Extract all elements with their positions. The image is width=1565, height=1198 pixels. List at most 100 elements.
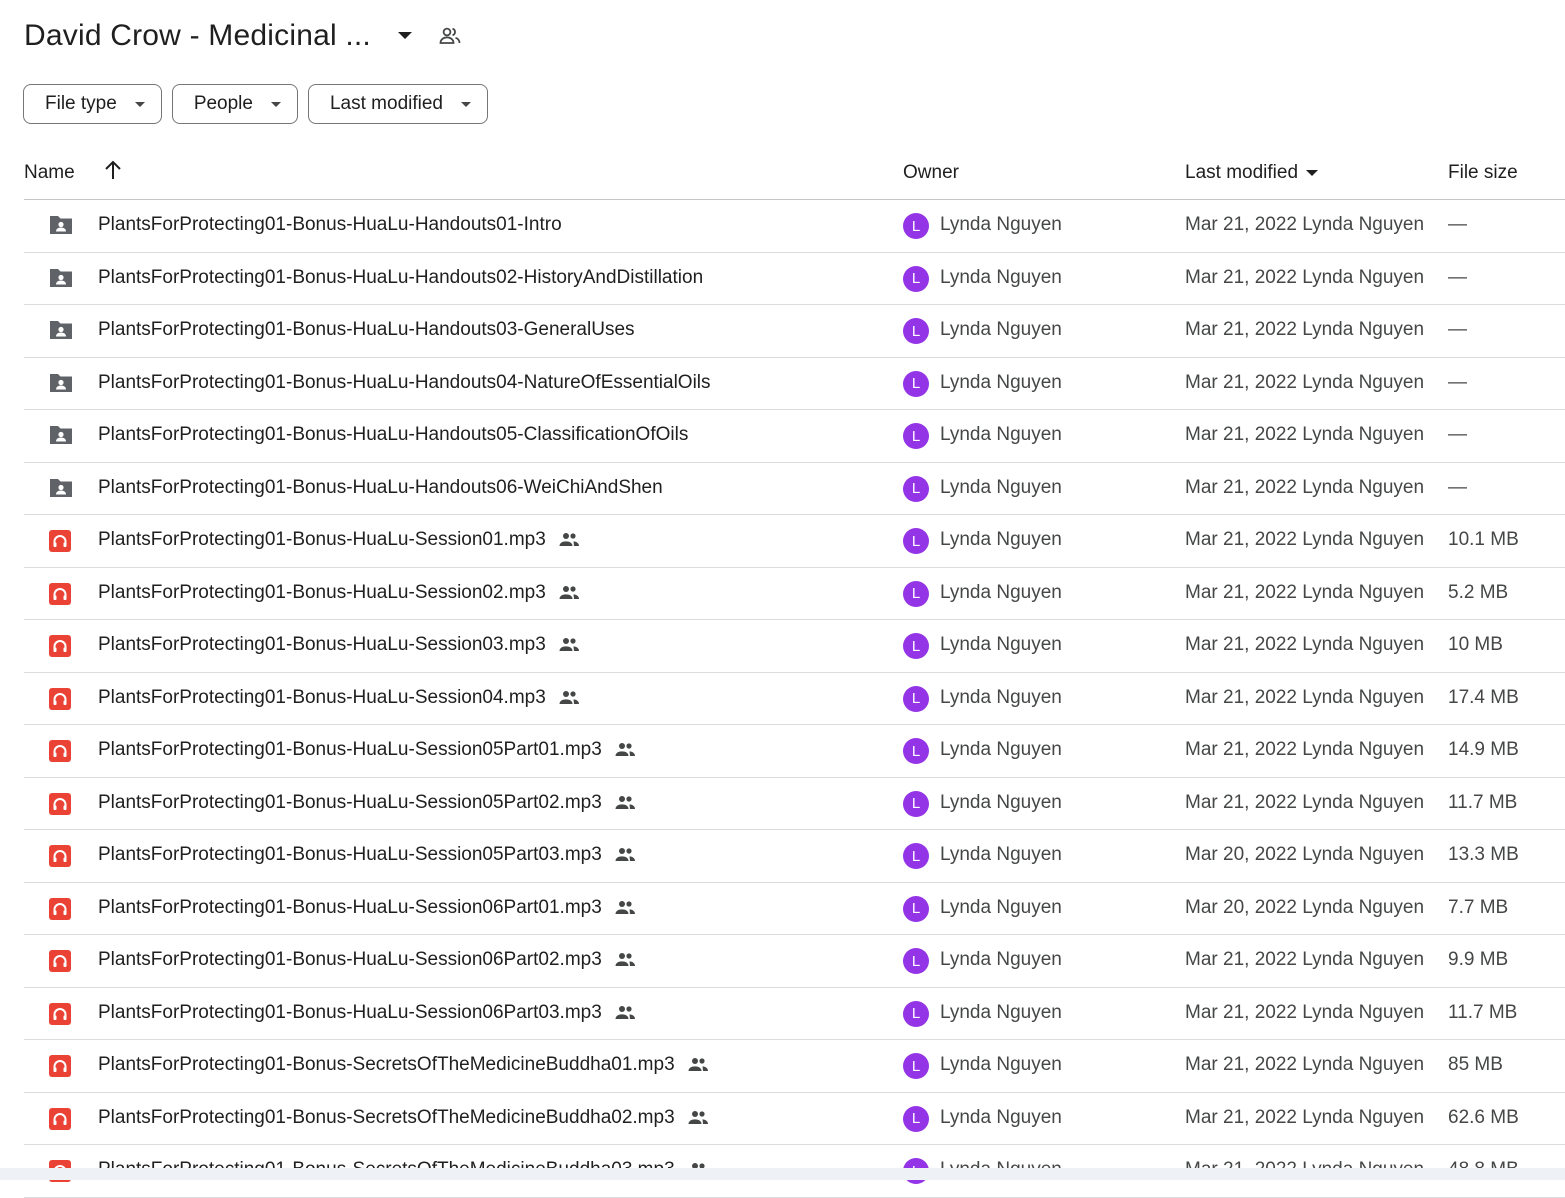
avatar[interactable]: L — [903, 895, 929, 922]
file-name[interactable]: PlantsForProtecting01-Bonus-HuaLu-Sessio… — [98, 687, 580, 709]
owner-name: Lynda Nguyen — [940, 686, 1062, 708]
file-row[interactable]: PlantsForProtecting01-Bonus-SecretsOfThe… — [24, 1093, 1565, 1145]
last-modified: Mar 21, 2022 Lynda Nguyen — [1185, 634, 1425, 655]
avatar[interactable]: L — [903, 423, 929, 449]
avatar[interactable]: L — [903, 213, 929, 239]
last-modified: Mar 21, 2022 Lynda Nguyen — [1185, 949, 1425, 970]
avatar[interactable]: L — [903, 685, 929, 712]
file-row[interactable]: PlantsForProtecting01-Bonus-HuaLu-Sessio… — [24, 515, 1565, 568]
arrow-up-icon[interactable] — [104, 160, 122, 186]
owner-name: Lynda Nguyen — [940, 319, 1062, 340]
last-modified: Mar 21, 2022 Lynda Nguyen — [1185, 319, 1425, 340]
file-name-text: PlantsForProtecting01-Bonus-HuaLu-Sessio… — [98, 581, 546, 603]
people-icon — [614, 847, 636, 863]
file-type-filter[interactable]: File type — [23, 84, 162, 124]
avatar[interactable]: L — [903, 948, 929, 974]
file-size: — — [1448, 214, 1467, 235]
owner-name: Lynda Nguyen — [940, 266, 1062, 288]
file-row[interactable]: PlantsForProtecting01-Bonus-HuaLu-Sessio… — [24, 883, 1565, 935]
file-name[interactable]: PlantsForProtecting01-Bonus-HuaLu-Handou… — [98, 477, 663, 499]
last-modified: Mar 20, 2022 Lynda Nguyen — [1185, 896, 1425, 918]
last-modified-filter[interactable]: Last modified — [307, 84, 488, 124]
folder-title[interactable]: David Crow - Medicinal ... — [24, 19, 371, 53]
file-row[interactable]: PlantsForProtecting01-Bonus-HuaLu-Sessio… — [24, 620, 1565, 673]
owner-name: Lynda Nguyen — [940, 214, 1062, 235]
file-row[interactable]: PlantsForProtecting01-Bonus-HuaLu-Handou… — [24, 463, 1565, 515]
avatar[interactable]: L — [903, 318, 929, 344]
people-outline-icon[interactable] — [437, 23, 463, 49]
file-name[interactable]: PlantsForProtecting01-Bonus-SecretsOfThe… — [98, 1107, 709, 1129]
last-modified: Mar 21, 2022 Lynda Nguyen — [1185, 1001, 1425, 1023]
file-name[interactable]: PlantsForProtecting01-Bonus-HuaLu-Sessio… — [98, 529, 580, 551]
last-modified: Mar 21, 2022 Lynda Nguyen — [1185, 1054, 1425, 1075]
avatar[interactable]: L — [903, 580, 929, 607]
avatar[interactable]: L — [903, 633, 929, 659]
avatar[interactable]: L — [903, 370, 929, 397]
headphones-icon — [48, 792, 74, 816]
file-row[interactable]: PlantsForProtecting01-Bonus-HuaLu-Handou… — [24, 410, 1565, 463]
owner-name: Lynda Nguyen — [940, 896, 1062, 918]
file-row[interactable]: PlantsForProtecting01-Bonus-HuaLu-Handou… — [24, 358, 1565, 410]
people-filter-label: People — [193, 93, 253, 114]
last-modified: Mar 21, 2022 Lynda Nguyen — [1185, 529, 1425, 550]
avatar[interactable]: L — [903, 528, 929, 554]
avatar[interactable]: L — [903, 738, 929, 764]
avatar[interactable]: L — [903, 265, 929, 292]
file-name[interactable]: PlantsForProtecting01-Bonus-HuaLu-Sessio… — [98, 739, 636, 761]
file-row[interactable]: PlantsForProtecting01-Bonus-HuaLu-Sessio… — [24, 935, 1565, 988]
file-name[interactable]: PlantsForProtecting01-Bonus-HuaLu-Sessio… — [98, 844, 636, 866]
file-row[interactable]: PlantsForProtecting01-Bonus-HuaLu-Sessio… — [24, 830, 1565, 883]
file-row[interactable]: PlantsForProtecting01-Bonus-HuaLu-Sessio… — [24, 673, 1565, 725]
file-name[interactable]: PlantsForProtecting01-Bonus-HuaLu-Sessio… — [98, 897, 636, 919]
headphones-icon — [48, 1002, 74, 1026]
file-row[interactable]: PlantsForProtecting01-Bonus-HuaLu-Handou… — [24, 253, 1565, 305]
file-row[interactable]: PlantsForProtecting01-Bonus-HuaLu-Sessio… — [24, 725, 1565, 778]
file-row[interactable]: PlantsForProtecting01-Bonus-HuaLu-Sessio… — [24, 778, 1565, 830]
avatar[interactable]: L — [903, 1105, 929, 1132]
avatar[interactable]: L — [903, 1053, 929, 1079]
last-modified: Mar 21, 2022 Lynda Nguyen — [1185, 739, 1425, 760]
file-size: 11.7 MB — [1448, 791, 1518, 813]
owner-name: Lynda Nguyen — [940, 844, 1062, 865]
file-name[interactable]: PlantsForProtecting01-Bonus-HuaLu-Sessio… — [98, 949, 636, 971]
caret-down-icon[interactable] — [393, 24, 417, 48]
file-name[interactable]: PlantsForProtecting01-Bonus-HuaLu-Handou… — [98, 214, 562, 236]
file-name[interactable]: PlantsForProtecting01-Bonus-HuaLu-Handou… — [98, 319, 635, 341]
file-row[interactable]: PlantsForProtecting01-Bonus-SecretsOfThe… — [24, 1040, 1565, 1093]
caret-down-icon — [1306, 170, 1319, 176]
avatar[interactable]: L — [903, 790, 929, 817]
avatar[interactable]: L — [903, 1000, 929, 1027]
people-icon — [614, 1005, 636, 1021]
column-header-last-modified[interactable]: Last modified — [1185, 162, 1319, 184]
file-name-text: PlantsForProtecting01-Bonus-HuaLu-Sessio… — [98, 791, 602, 813]
shared-folder-icon — [48, 372, 74, 396]
avatar[interactable]: L — [903, 843, 929, 869]
file-name[interactable]: PlantsForProtecting01-Bonus-HuaLu-Handou… — [98, 424, 688, 446]
file-name[interactable]: PlantsForProtecting01-Bonus-HuaLu-Sessio… — [98, 1002, 636, 1024]
caret-down-icon — [461, 101, 471, 107]
file-size: — — [1448, 371, 1467, 393]
file-name[interactable]: PlantsForProtecting01-Bonus-HuaLu-Sessio… — [98, 582, 580, 604]
owner-name: Lynda Nguyen — [940, 371, 1062, 393]
folder-title-bar[interactable]: David Crow - Medicinal ... — [24, 14, 463, 58]
file-size: — — [1448, 319, 1467, 340]
file-row[interactable]: PlantsForProtecting01-Bonus-HuaLu-Handou… — [24, 305, 1565, 358]
avatar[interactable]: L — [903, 475, 929, 502]
file-name-text: PlantsForProtecting01-Bonus-HuaLu-Handou… — [98, 319, 635, 340]
column-header-file-size[interactable]: File size — [1448, 162, 1518, 184]
people-filter[interactable]: People — [171, 84, 298, 124]
column-header-owner[interactable]: Owner — [903, 162, 959, 184]
owner-name: Lynda Nguyen — [940, 949, 1062, 970]
file-row[interactable]: PlantsForProtecting01-Bonus-HuaLu-Sessio… — [24, 568, 1565, 620]
caret-down-icon — [270, 101, 281, 107]
file-name[interactable]: PlantsForProtecting01-Bonus-HuaLu-Sessio… — [98, 634, 580, 656]
column-header-name[interactable]: Name — [24, 162, 75, 184]
owner-name: Lynda Nguyen — [940, 1001, 1062, 1023]
file-name[interactable]: PlantsForProtecting01-Bonus-HuaLu-Sessio… — [98, 792, 636, 814]
file-name[interactable]: PlantsForProtecting01-Bonus-HuaLu-Handou… — [98, 267, 703, 289]
file-row[interactable]: PlantsForProtecting01-Bonus-HuaLu-Sessio… — [24, 988, 1565, 1040]
file-row[interactable]: PlantsForProtecting01-Bonus-HuaLu-Handou… — [24, 200, 1565, 253]
file-name[interactable]: PlantsForProtecting01-Bonus-HuaLu-Handou… — [98, 372, 711, 394]
file-name[interactable]: PlantsForProtecting01-Bonus-SecretsOfThe… — [98, 1054, 709, 1076]
headphones-icon — [48, 529, 74, 553]
